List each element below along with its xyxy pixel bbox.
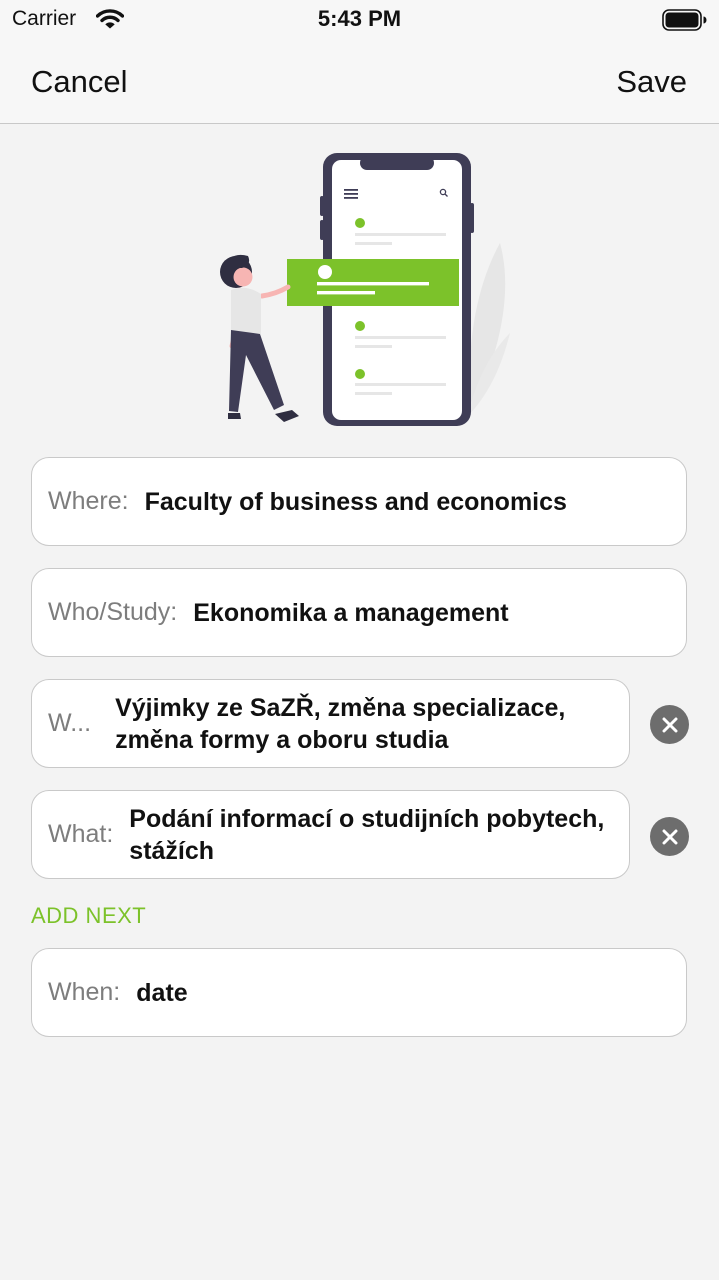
battery-icon [662, 9, 708, 36]
what-label-2: What: [48, 820, 114, 848]
clear-icon[interactable] [650, 817, 689, 856]
what-value-1[interactable]: Výjimky ze SaZŘ, změna specializace, změ… [115, 692, 615, 756]
what-field-1[interactable]: W... Výjimky ze SaZŘ, změna specializace… [31, 679, 630, 768]
clear-icon[interactable] [650, 705, 689, 744]
who-study-field[interactable]: Who/Study: Ekonomika a management [31, 568, 687, 657]
save-button[interactable]: Save [616, 64, 687, 100]
what-value-2[interactable]: Podání informací o studijních pobytech, … [129, 803, 615, 867]
where-label: Where: [48, 487, 129, 515]
status-time: 5:43 PM [317, 6, 402, 31]
what-label-1: W... [48, 709, 92, 737]
add-next-button[interactable]: ADD NEXT [31, 903, 146, 929]
when-label: When: [48, 978, 121, 1006]
what-field-2[interactable]: What: Podání informací o studijních poby… [31, 790, 630, 879]
who-study-label: Who/Study: [48, 598, 178, 626]
who-study-value[interactable]: Ekonomika a management [193, 597, 508, 629]
cancel-button[interactable]: Cancel [31, 64, 128, 100]
navigation-bar: Cancel Save [0, 40, 719, 124]
when-field[interactable]: When: date [31, 948, 687, 1037]
phone-illustration [210, 148, 520, 438]
where-value[interactable]: Faculty of business and economics [145, 486, 567, 518]
where-field[interactable]: Where: Faculty of business and economics [31, 457, 687, 546]
status-bar: Carrier 5:43 PM [0, 0, 719, 40]
when-value[interactable]: date [136, 977, 187, 1009]
